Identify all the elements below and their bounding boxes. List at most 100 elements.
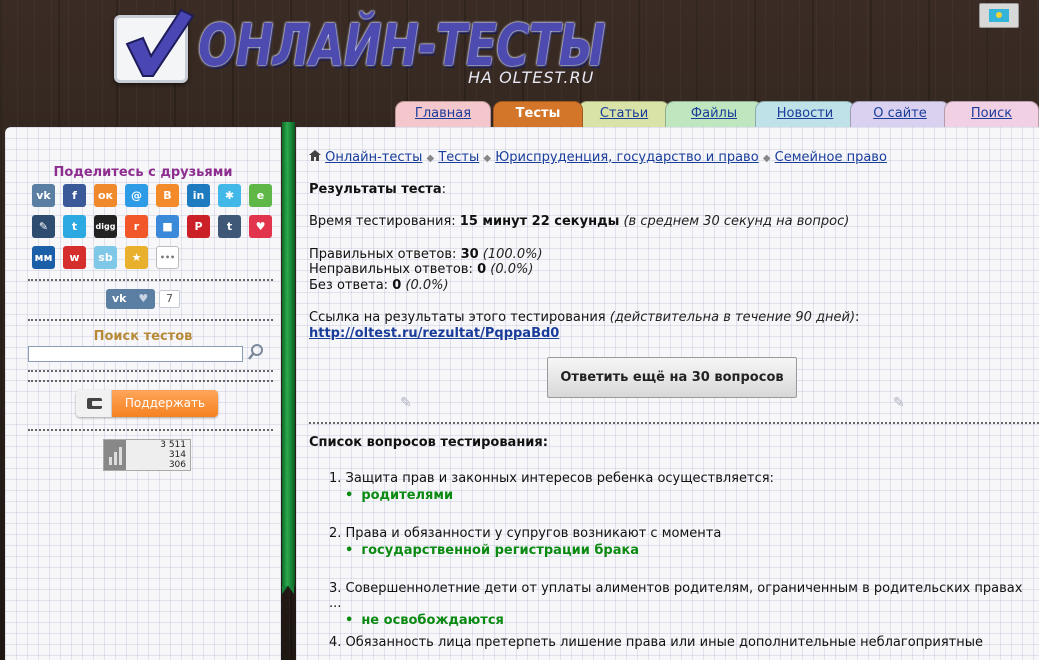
linkedin-icon[interactable]: in [187,184,210,207]
checkmark-icon [125,8,195,77]
question-item: 1. Защита прав и законных интересов ребе… [329,471,1029,503]
weibo-icon[interactable]: w [63,246,86,269]
support-label: Поддержать [112,390,218,417]
more-icon[interactable]: ••• [156,246,179,269]
language-flag-button[interactable] [979,3,1019,28]
results-heading-text: Результаты теста [309,182,442,197]
results-heading: Результаты теста: [309,182,446,197]
questions-heading: Список вопросов тестирования: [309,435,548,450]
wrong-percent: (0.0%) [490,262,534,277]
pinterest-icon[interactable]: P [187,215,210,238]
tumblr-icon[interactable]: t [218,215,241,238]
tab-main[interactable]: Главная [395,101,491,127]
surfingbird-icon[interactable]: sb [94,246,117,269]
home-icon [309,150,325,165]
vk-like-count: 7 [159,290,180,308]
blogger-icon[interactable]: B [156,184,179,207]
link-note: (действительна в течение 90 дней) [609,310,856,325]
share-title: Поделитесь с друзьями [53,165,233,180]
link-label: Ссылка на результаты этого тестирования [309,310,606,325]
main-navigation: Главная Тесты Статьи Файлы Новости О сай… [395,101,1039,127]
pocket-icon[interactable]: ♥ [249,215,272,238]
vk-icon[interactable]: vk [32,184,55,207]
breadcrumb-separator-icon: ◆ [762,153,771,164]
blank-answers: Без ответа: 0 (0.0%) [309,278,449,293]
moi-mir-icon[interactable]: мм [32,246,55,269]
tab-news[interactable]: Новости [755,101,855,127]
facebook-icon[interactable]: f [63,184,86,207]
evernote-icon[interactable]: e [249,184,272,207]
question-text: 3. Совершеннолетние дети от уплаты алиме… [329,581,1023,611]
bookmark-ribbon [282,122,295,594]
pin-icon: ✎ [893,395,905,411]
vk-like-widget[interactable]: vk ♥ 7 [106,289,182,309]
testing-time: Время тестирования: 15 минут 22 секунды … [309,214,849,229]
wallet-icon [76,390,112,417]
question-item: 4. Обязанность лица претерпеть лишение п… [329,635,1029,650]
main-content: Онлайн-тесты ◆ Тесты ◆ Юриспруденция, го… [296,127,1039,660]
mailru-icon[interactable]: @ [125,184,148,207]
retry-button[interactable]: Ответить ещё на 30 вопросов [547,357,797,398]
visit-counter[interactable]: 3 511 314 306 [103,439,191,471]
section-divider [309,422,1039,424]
divider [28,370,273,372]
divider [28,279,273,281]
livejournal-icon[interactable]: ✎ [32,215,55,238]
breadcrumb-tests[interactable]: Тесты [438,150,479,165]
wrong-label: Неправильных ответов: [309,262,473,277]
blank-value: 0 [392,278,402,293]
search-title: Поиск тестов [93,329,193,344]
question-answer: государственной регистрации брака [345,543,1029,558]
favorites-icon[interactable]: ★ [125,246,148,269]
magnifier-icon[interactable] [247,343,265,361]
correct-value: 30 [460,247,479,262]
blank-label: Без ответа: [309,278,389,293]
digg-icon[interactable]: digg [94,215,117,238]
counter-visitors: 306 [168,460,186,470]
results-link[interactable]: http://oltest.ru/rezultat/PqppaBd0 [309,326,559,341]
delicious-icon[interactable]: ■ [156,215,179,238]
tab-articles[interactable]: Статьи [578,101,670,127]
counter-visits: 314 [168,450,186,460]
divider [28,380,273,382]
question-answer: не освобождаются [345,613,1029,628]
question-answer: родителями [345,488,1029,503]
tab-files[interactable]: Файлы [665,101,763,127]
twitter-icon[interactable]: t [63,215,86,238]
question-text: 1. Защита прав и законных интересов ребе… [329,471,774,486]
site-subtitle: НА OLTEST.RU [468,68,595,87]
time-label: Время тестирования: [309,214,456,229]
pin-icon: ✎ [400,395,412,411]
counter-bars-icon [104,440,126,470]
results-link-caption: Ссылка на результаты этого тестирования … [309,310,860,325]
reddit-icon[interactable]: r [125,215,148,238]
heart-icon: ♥ [138,292,149,305]
divider [28,319,273,321]
tab-tests[interactable]: Тесты [493,101,583,127]
search-input[interactable] [28,346,243,362]
blank-percent: (0.0%) [405,278,449,293]
breadcrumb: Онлайн-тесты ◆ Тесты ◆ Юриспруденция, го… [309,150,887,165]
breadcrumb-separator-icon: ◆ [483,153,492,164]
tab-search[interactable]: Поиск [944,101,1039,127]
correct-answers: Правильных ответов: 30 (100.0%) [309,247,543,262]
question-item: 2. Права и обязанности у супругов возник… [329,526,1029,558]
wrong-value: 0 [477,262,487,277]
wrong-answers: Неправильных ответов: 0 (0.0%) [309,262,533,277]
time-value: 15 минут 22 секунды [459,214,620,229]
liveinternet-icon[interactable]: ✱ [218,184,241,207]
breadcrumb-home[interactable]: Онлайн-тесты [325,150,422,165]
divider [28,429,273,431]
support-button[interactable]: Поддержать [76,390,218,417]
question-text: 2. Права и обязанности у супругов возник… [329,526,722,541]
counter-views: 3 511 [160,440,186,450]
breadcrumb-category[interactable]: Юриспруденция, государство и право [495,150,758,165]
breadcrumb-current[interactable]: Семейное право [775,150,887,165]
time-note: (в среднем 30 секунд на вопрос) [623,214,850,229]
kazakhstan-flag-icon [989,9,1009,22]
site-logo[interactable] [114,8,195,83]
share-buttons: vk f ок @ Bin ✱ e ✎ t digg r ■ Pt ♥ мм w sb ★ ••• [32,184,272,269]
correct-label: Правильных ответов: [309,247,457,262]
odnoklassniki-icon[interactable]: ок [94,184,117,207]
tab-about[interactable]: О сайте [850,101,950,127]
